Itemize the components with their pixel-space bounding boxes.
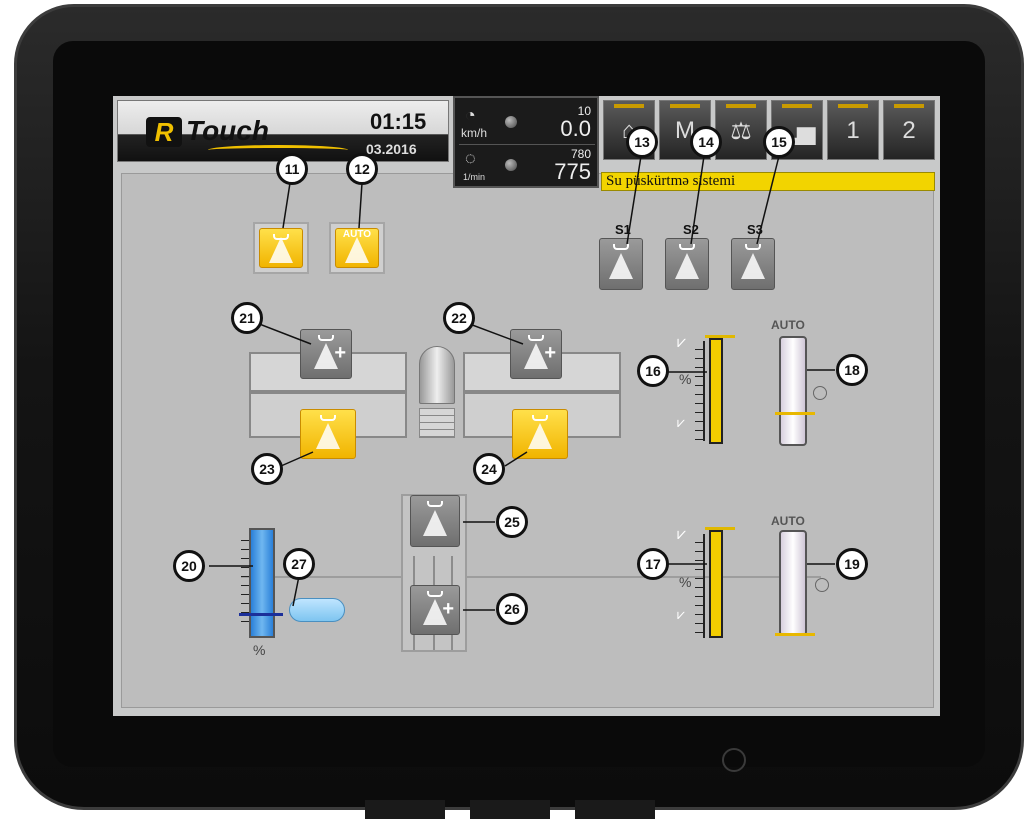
light-sensor xyxy=(722,748,746,772)
callout-22: 22 xyxy=(443,302,475,334)
callout-leader-lines xyxy=(209,155,835,611)
callout-27: 27 xyxy=(283,548,315,580)
callout-23: 23 xyxy=(251,453,283,485)
mount-foot xyxy=(470,800,550,819)
mount-foot xyxy=(365,800,445,819)
callout-16: 16 xyxy=(637,355,669,387)
callout-13: 13 xyxy=(626,126,658,158)
callout-21: 21 xyxy=(231,302,263,334)
callout-17: 17 xyxy=(637,548,669,580)
callout-14: 14 xyxy=(690,126,722,158)
callout-26: 26 xyxy=(496,593,528,625)
callout-15: 15 xyxy=(763,126,795,158)
callout-19: 19 xyxy=(836,548,868,580)
callout-24: 24 xyxy=(473,453,505,485)
callout-25: 25 xyxy=(496,506,528,538)
callout-20: 20 xyxy=(173,550,205,582)
callout-12: 12 xyxy=(346,153,378,185)
callout-11: 11 xyxy=(276,153,308,185)
display-screen: R Touch 01:15 03.2016 ◔ km/h 10 0.0 ◌ 1/… xyxy=(113,96,940,716)
callout-18: 18 xyxy=(836,354,868,386)
mount-foot xyxy=(575,800,655,819)
